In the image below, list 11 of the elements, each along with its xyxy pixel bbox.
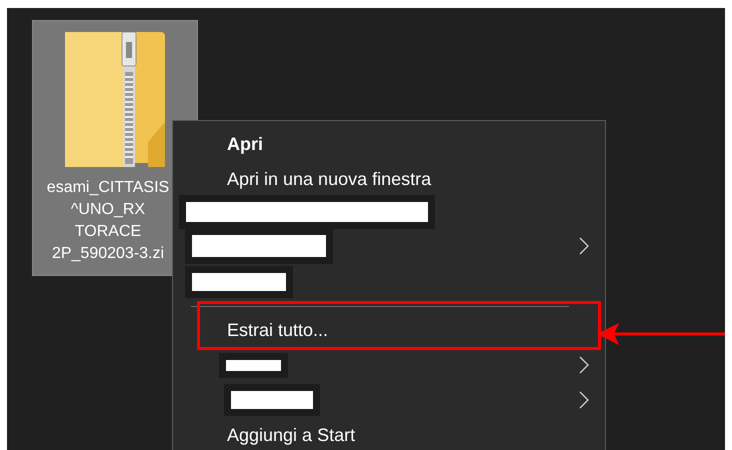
file-name: ^UNO_RX [70, 200, 146, 220]
menu-item[interactable]: Apri [227, 131, 263, 158]
menu-item[interactable]: Apri in una nuova finestra [227, 166, 432, 193]
file-name: esami_CITTASIS [46, 178, 170, 198]
file-name: TORACE [74, 222, 142, 242]
menu-item[interactable]: Aggiungi a Start [227, 422, 356, 449]
zip-folder-icon [63, 32, 166, 167]
file-name: 2P_590203-3.zi [50, 244, 166, 264]
file-icon-tile[interactable]: esami_CITTASIS ^UNO_RX TORACE 2P_590203-3.zi [32, 20, 198, 276]
redaction-bar [226, 360, 281, 370]
menu-item[interactable]: Estrai tutto... [227, 317, 328, 344]
